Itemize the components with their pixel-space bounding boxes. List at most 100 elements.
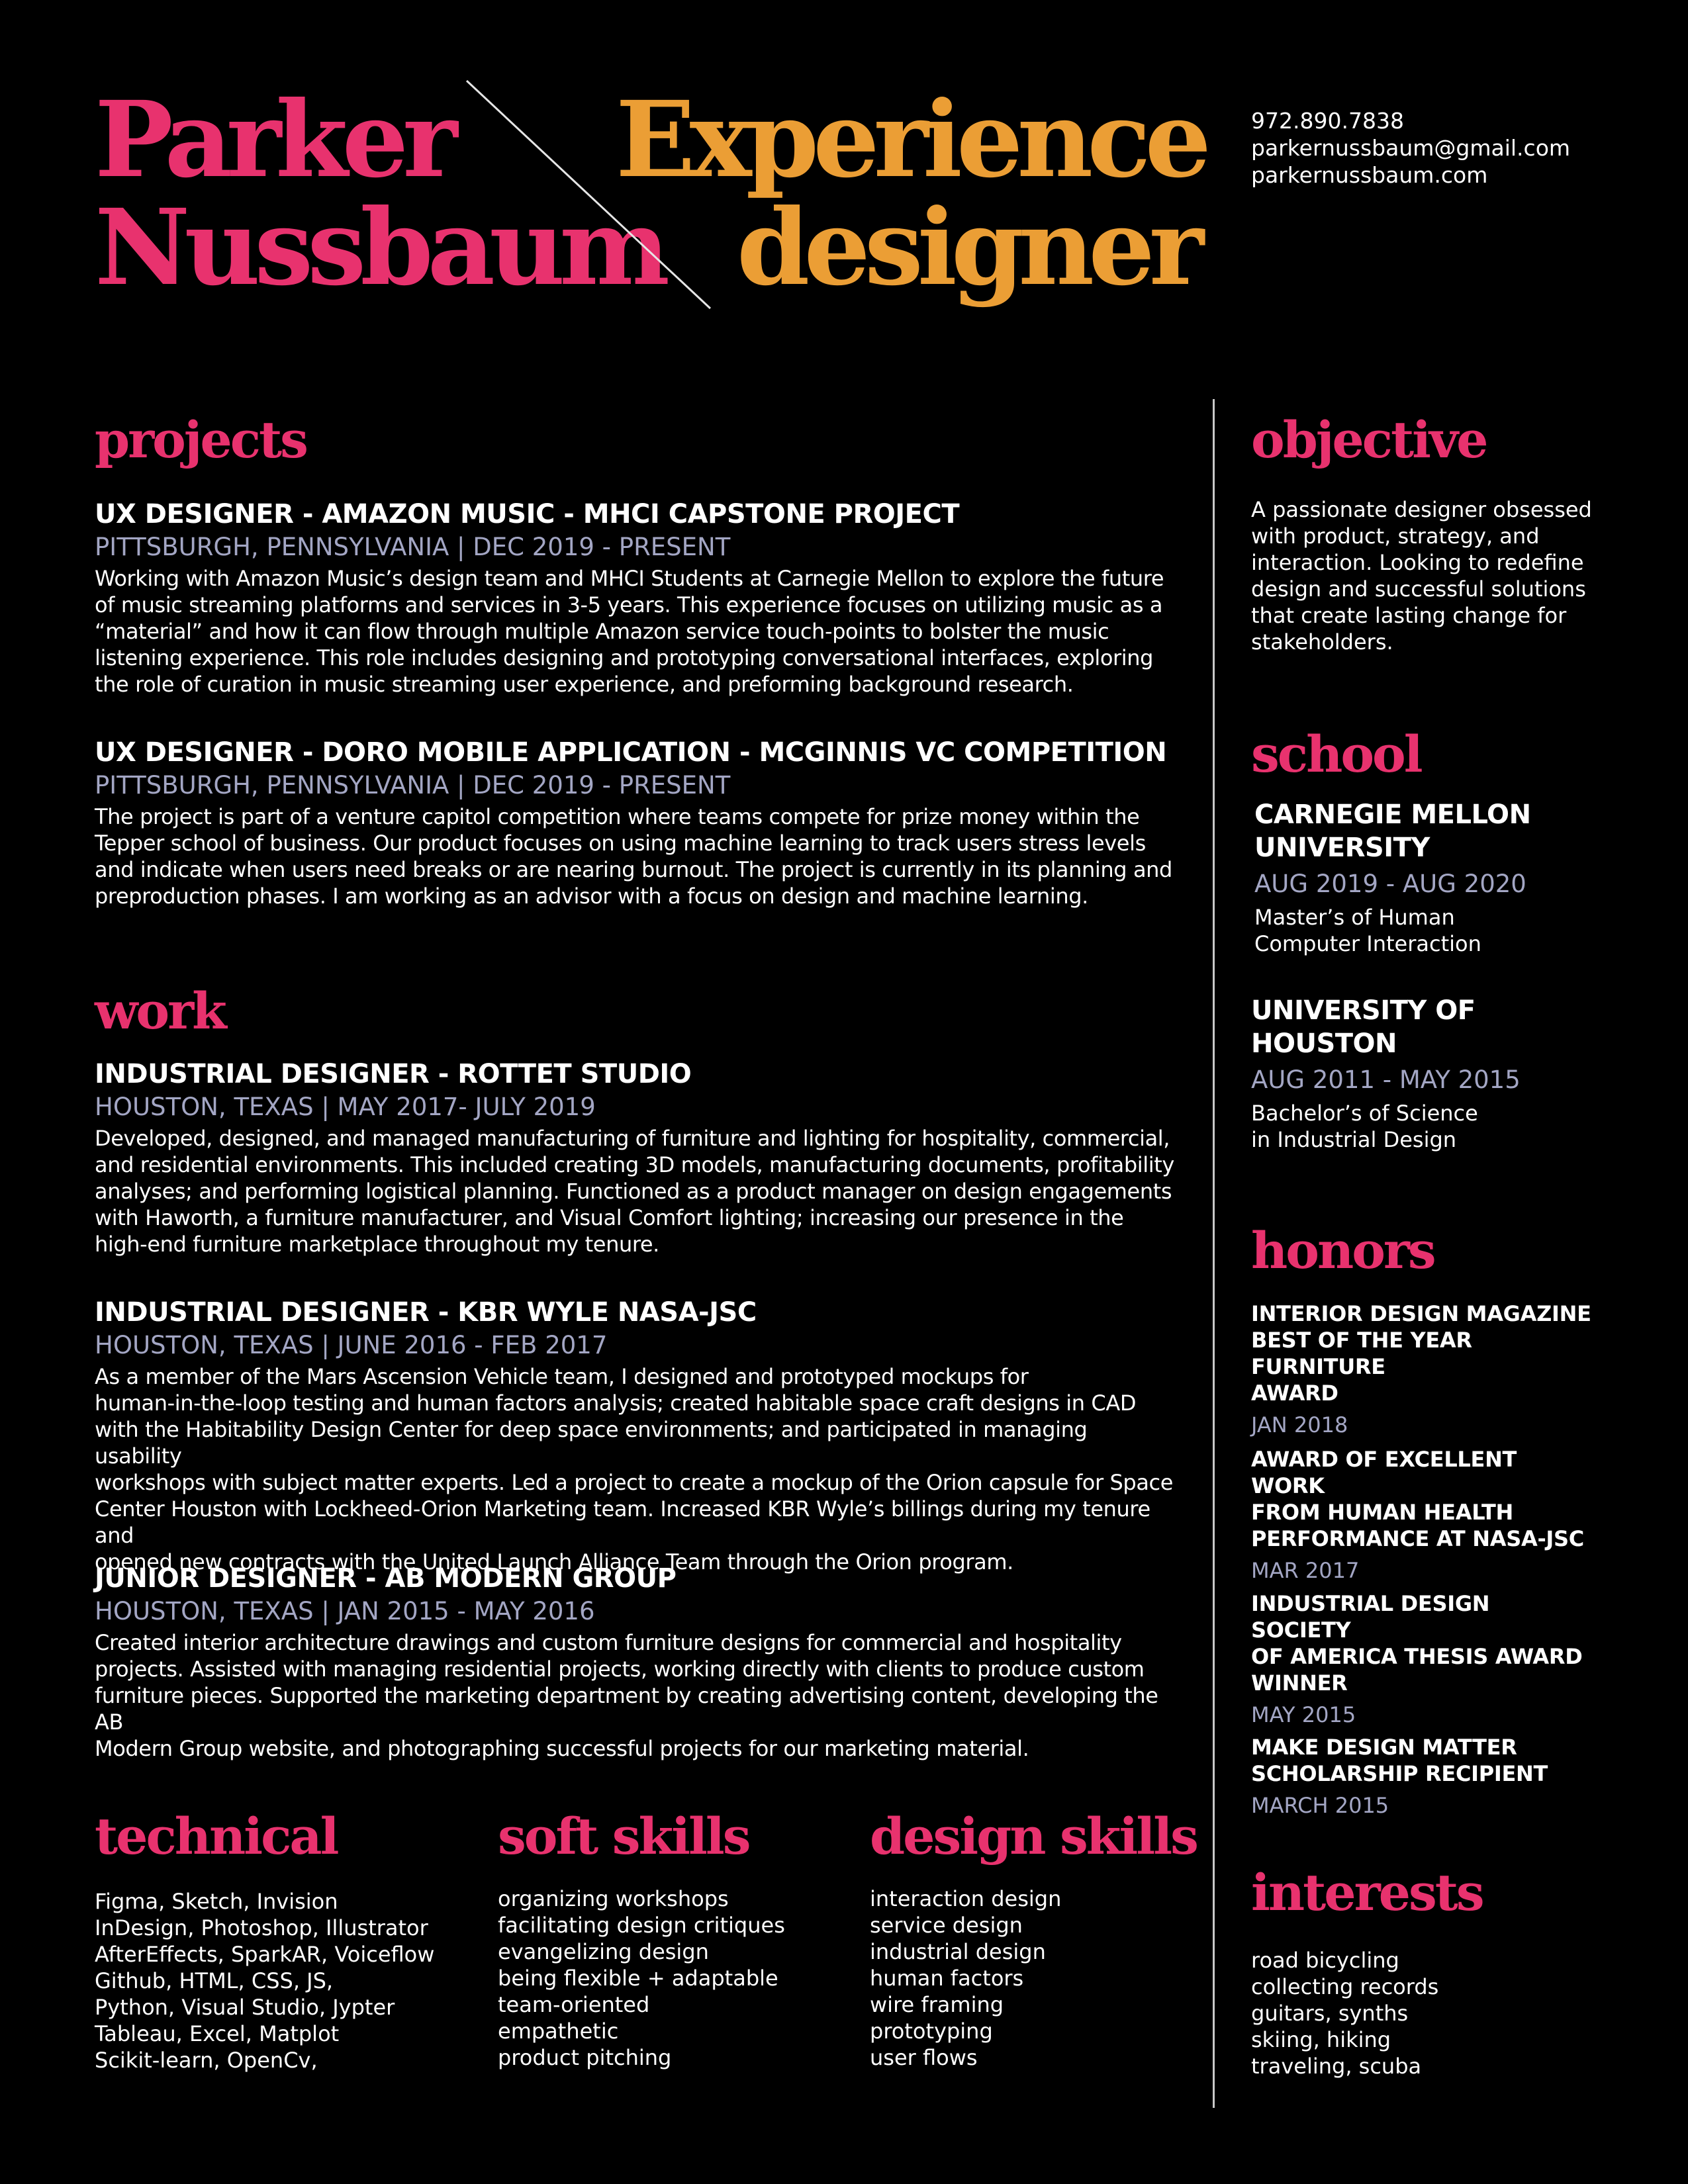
desc-line: The project is part of a venture capitol…: [95, 804, 1140, 829]
desc-line: human-in-the-loop testing and human fact…: [95, 1390, 1137, 1416]
objective-line: stakeholders.: [1251, 629, 1393, 655]
technical-list: Figma, Sketch, Invision InDesign, Photos…: [95, 1888, 434, 2073]
honor-title-line: OF AMERICA THESIS AWARD: [1251, 1644, 1583, 1669]
honor-title-line: BEST OF THE YEAR FURNITURE: [1251, 1328, 1472, 1379]
desc-line: “material” and how it can flow through m…: [95, 619, 1109, 644]
email-link[interactable]: parkernussbaum@gmail.com: [1251, 134, 1570, 161]
desc-line: Center Houston with Lockheed-Orion Marke…: [95, 1496, 1150, 1548]
list-item: team-oriented: [498, 1992, 650, 2017]
soft-skills-list: organizing workshops facilitating design…: [498, 1886, 785, 2071]
honor-entry: INDUSTRIAL DESIGN SOCIETY OF AMERICA THE…: [1251, 1590, 1595, 1728]
honors-heading: honors: [1251, 1221, 1436, 1280]
list-item: facilitating design critiques: [498, 1913, 785, 1938]
objective-line: design and successful solutions: [1251, 576, 1586, 602]
school-heading: school: [1251, 725, 1423, 784]
school-name-line: UNIVERSITY: [1254, 833, 1430, 863]
objective-text: A passionate designer obsessed with prod…: [1251, 496, 1595, 655]
honor-title: MAKE DESIGN MATTER SCHOLARSHIP RECIPIENT: [1251, 1734, 1595, 1787]
school-dates: AUG 2011 - MAY 2015: [1251, 1066, 1521, 1094]
honor-entry: INTERIOR DESIGN MAGAZINE BEST OF THE YEA…: [1251, 1300, 1595, 1438]
job-title-line2: designer: [736, 187, 1204, 309]
objective-line: interaction. Looking to redefine: [1251, 550, 1584, 575]
list-item: wire framing: [870, 1992, 1004, 2017]
entry-description: Developed, designed, and managed manufac…: [95, 1125, 1180, 1257]
desc-line: with the Habitability Design Center for …: [95, 1417, 1088, 1469]
project-entry-amazon: UX DESIGNER - AMAZON MUSIC - MHCI CAPSTO…: [95, 498, 1180, 698]
desc-line: the role of curation in music streaming …: [95, 672, 1074, 697]
school-degree: Bachelor’s of Science in Industrial Desi…: [1251, 1100, 1595, 1153]
list-item: road bicycling: [1251, 1948, 1399, 1973]
list-item: AfterEffects, SparkAR, Voiceflow: [95, 1942, 435, 1967]
website-link[interactable]: parkernussbaum.com: [1251, 161, 1570, 189]
honor-title-line: AWARD: [1251, 1381, 1338, 1406]
objective-line: that create lasting change for: [1251, 603, 1567, 628]
list-item: Figma, Sketch, Invision: [95, 1889, 338, 1914]
school-name-line: CARNEGIE MELLON: [1254, 799, 1531, 830]
desc-line: preproduction phases. I am working as an…: [95, 884, 1088, 909]
work-heading: work: [95, 981, 227, 1040]
job-title-line1: Experience: [616, 79, 1211, 201]
school-dates: AUG 2019 - AUG 2020: [1254, 870, 1526, 898]
desc-line: projects. Assisted with managing residen…: [95, 1657, 1145, 1682]
honor-entry: MAKE DESIGN MATTER SCHOLARSHIP RECIPIENT…: [1251, 1734, 1595, 1819]
desc-line: and residential environments. This inclu…: [95, 1152, 1174, 1177]
honor-title: INTERIOR DESIGN MAGAZINE BEST OF THE YEA…: [1251, 1300, 1595, 1406]
school-entry-uh: UNIVERSITY OF HOUSTON AUG 2011 - MAY 201…: [1251, 994, 1595, 1153]
entry-location-date: PITTSBURGH, PENNSYLVANIA | DEC 2019 - PR…: [95, 771, 731, 799]
honor-date: MAR 2017: [1251, 1558, 1360, 1583]
phone-number: 972.890.7838: [1251, 108, 1404, 134]
list-item: being flexible + adaptable: [498, 1966, 778, 1991]
school-entry-cmu: CARNEGIE MELLON UNIVERSITY AUG 2019 - AU…: [1254, 798, 1599, 957]
project-entry-doro: UX DESIGNER - DORO MOBILE APPLICATION - …: [95, 736, 1180, 909]
honor-title-line: WINNER: [1251, 1670, 1348, 1696]
list-item: InDesign, Photoshop, Illustrator: [95, 1915, 428, 1940]
list-item: Scikit-learn, OpenCv,: [95, 2048, 318, 2073]
objective-line: A passionate designer obsessed: [1251, 497, 1592, 522]
entry-title: UX DESIGNER - DORO MOBILE APPLICATION - …: [95, 737, 1167, 768]
desc-line: of music streaming platforms and service…: [95, 592, 1163, 617]
soft-skills-heading: soft skills: [498, 1807, 751, 1866]
list-item: guitars, synths: [1251, 2001, 1409, 2026]
projects-heading: projects: [95, 410, 308, 469]
desc-line: Developed, designed, and managed manufac…: [95, 1126, 1170, 1151]
entry-description: The project is part of a venture capitol…: [95, 803, 1180, 909]
work-entry-abmodern: JUNIOR DESIGNER - AB MODERN GROUP HOUSTO…: [95, 1562, 1180, 1762]
design-skills-heading: design skills: [870, 1807, 1199, 1866]
desc-line: listening experience. This role includes…: [95, 645, 1154, 670]
list-item: service design: [870, 1913, 1023, 1938]
desc-line: with Haworth, a furniture manufacturer, …: [95, 1205, 1124, 1230]
school-name: CARNEGIE MELLON UNIVERSITY: [1254, 798, 1599, 864]
desc-line: Working with Amazon Music’s design team …: [95, 566, 1164, 591]
list-item: Python, Visual Studio, Jypter: [95, 1995, 395, 2020]
school-degree: Master’s of Human Computer Interaction: [1254, 904, 1599, 957]
list-item: evangelizing design: [498, 1939, 709, 1964]
desc-line: analyses; and performing logistical plan…: [95, 1179, 1172, 1204]
desc-line: Created interior architecture drawings a…: [95, 1630, 1122, 1655]
objective-heading: objective: [1251, 410, 1488, 469]
honor-title-line: AWARD OF EXCELLENT WORK: [1251, 1447, 1517, 1498]
honor-title-line: INDUSTRIAL DESIGN SOCIETY: [1251, 1591, 1490, 1643]
desc-line: workshops with subject matter experts. L…: [95, 1470, 1174, 1495]
list-item: product pitching: [498, 2045, 672, 2070]
entry-location-date: HOUSTON, TEXAS | MAY 2017- JULY 2019: [95, 1093, 596, 1121]
degree-line: Master’s of Human: [1254, 905, 1455, 930]
list-item: organizing workshops: [498, 1886, 729, 1911]
list-item: human factors: [870, 1966, 1024, 1991]
entry-title: JUNIOR DESIGNER - AB MODERN GROUP: [95, 1563, 677, 1594]
desc-line: and indicate when users need breaks or a…: [95, 857, 1172, 882]
technical-heading: technical: [95, 1807, 340, 1866]
entry-title: INDUSTRIAL DESIGNER - KBR WYLE NASA-JSC: [95, 1297, 757, 1328]
design-skills-list: interaction design service design indust…: [870, 1886, 1061, 2071]
school-name-line: HOUSTON: [1251, 1028, 1397, 1059]
list-item: prototyping: [870, 2019, 993, 2044]
school-name-line: UNIVERSITY OF: [1251, 995, 1476, 1026]
list-item: user flows: [870, 2045, 978, 2070]
desc-line: Tepper school of business. Our product f…: [95, 831, 1146, 856]
honor-date: MAY 2015: [1251, 1702, 1356, 1727]
honor-title-line: INTERIOR DESIGN MAGAZINE: [1251, 1301, 1591, 1326]
degree-line: Computer Interaction: [1254, 931, 1481, 956]
honor-title-line: FROM HUMAN HEALTH: [1251, 1500, 1513, 1525]
school-name: UNIVERSITY OF HOUSTON: [1251, 994, 1595, 1060]
list-item: Github, HTML, CSS, JS,: [95, 1968, 334, 1993]
honor-title: AWARD OF EXCELLENT WORK FROM HUMAN HEALT…: [1251, 1446, 1595, 1552]
